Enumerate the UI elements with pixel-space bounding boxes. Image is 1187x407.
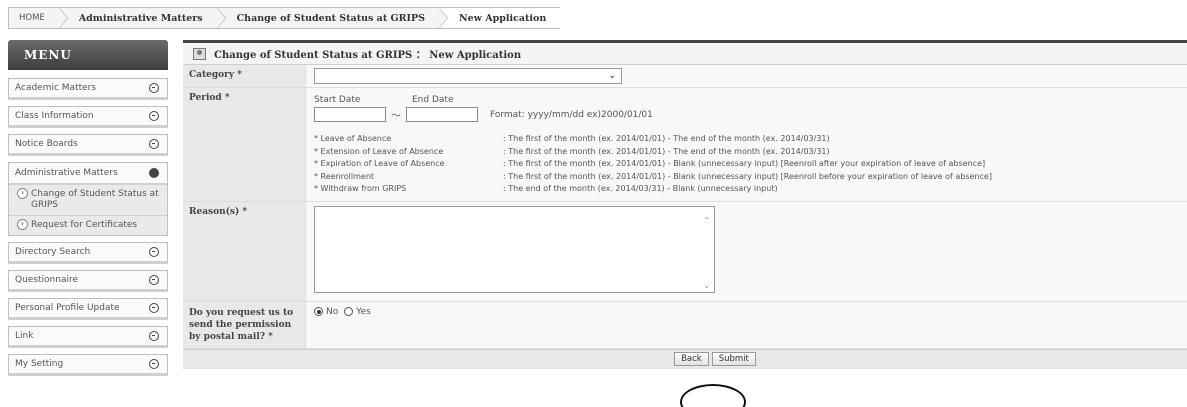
form-button-bar: Back Submit	[183, 348, 1187, 369]
date-labels: Start Date End Date	[314, 95, 1179, 105]
radio-unselected-icon[interactable]	[344, 307, 354, 316]
category-select[interactable]	[314, 68, 622, 84]
period-rule: * Leave of Absence : The first of the mon…	[314, 133, 1179, 146]
sidebar-item-notice-boards[interactable]: Notice Boards	[8, 134, 168, 156]
rule-value: : The end of the month (ex. 2014/03/31) …	[503, 184, 778, 193]
back-button[interactable]: Back	[674, 352, 709, 366]
sidebar-menu: MENU Academic Matters Class Information …	[8, 40, 168, 376]
period-rule: * Expiration of Leave of Absence : The fi…	[314, 158, 1179, 171]
sidebar-item-label: Directory Search	[15, 247, 91, 257]
postal-mail-option-yes[interactable]: Yes	[344, 307, 371, 317]
postal-mail-radio-group: No Yes	[314, 307, 1179, 317]
sidebar-item-label: Class Information	[15, 111, 94, 121]
breadcrumb-new-application: New Application	[438, 7, 561, 29]
sidebar-item-questionnaire[interactable]: Questionnaire	[8, 270, 168, 292]
reason-label: Reason(s) *	[183, 201, 306, 301]
start-date-input[interactable]	[314, 107, 386, 122]
reason-textarea[interactable]	[314, 205, 715, 293]
date-format-hint: Format: yyyy/mm/dd ex)2000/01/01	[490, 109, 653, 120]
period-rules: * Leave of Absence : The first of the mon…	[314, 133, 1179, 196]
rule-key: * Withdraw from GRIPS	[314, 184, 407, 193]
sidebar-item-directory-search[interactable]: Directory Search	[8, 242, 168, 264]
rule-key: * Expiration of Leave of Absence	[314, 159, 445, 168]
category-row: Category * ⌄	[183, 65, 1187, 88]
category-value-cell: ⌄	[306, 65, 1187, 87]
reason-textarea-wrapper: ⌃ ⌄	[314, 205, 715, 296]
sidebar-item-personal-profile-update[interactable]: Personal Profile Update	[8, 298, 168, 320]
scroll-up-icon[interactable]: ⌃	[703, 216, 710, 225]
end-date-input[interactable]	[406, 107, 478, 122]
postal-mail-label: Do you request us to send the permission…	[183, 301, 306, 348]
rule-value: : The first of the month (ex. 2014/01/01…	[503, 146, 830, 156]
menu-header: MENU	[8, 40, 168, 70]
circle-minus-icon[interactable]	[149, 303, 159, 313]
postal-mail-option-no[interactable]: No	[314, 307, 338, 317]
reason-row: Reason(s) * ⌃ ⌄	[183, 201, 1187, 302]
period-label: Period *	[183, 88, 306, 201]
rule-value: : The first of the month (ex. 2014/01/01…	[503, 171, 992, 181]
period-rule: * Withdraw from GRIPS : The end of the mo…	[314, 183, 1179, 196]
date-inputs: ～ Format: yyyy/mm/dd ex)2000/01/01	[314, 107, 1179, 122]
postal-mail-value-cell: No Yes	[306, 301, 1187, 348]
sidebar-item-label: Notice Boards	[15, 139, 78, 149]
period-rule: * Extension of Leave of Absence : The fir…	[314, 146, 1179, 159]
rule-key: * Extension of Leave of Absence	[314, 146, 444, 156]
circle-minus-icon[interactable]	[149, 168, 159, 178]
circle-minus-icon[interactable]	[149, 359, 159, 369]
sidebar-item-academic-matters[interactable]: Academic Matters	[8, 78, 168, 100]
sidebar-item-label: Personal Profile Update	[15, 303, 120, 313]
sidebar-item-label: Questionnaire	[15, 275, 79, 285]
postal-mail-row: Do you request us to send the permission…	[183, 301, 1187, 349]
date-range-separator: ～	[391, 111, 401, 122]
rule-key: * Leave of Absence	[314, 134, 392, 143]
circle-minus-icon[interactable]	[149, 331, 159, 341]
category-label: Category *	[183, 65, 306, 87]
end-date-label: End Date	[412, 95, 454, 105]
period-rule: * Reenrollment : The first of the month (…	[314, 171, 1179, 184]
rule-value: : The first of the month (ex. 2014/01/01…	[503, 134, 830, 143]
radio-selected-icon[interactable]	[314, 307, 323, 316]
sidebar-item-label: Link	[15, 331, 34, 341]
breadcrumb-home[interactable]: HOME	[8, 7, 68, 29]
breadcrumb-change-of-student-status[interactable]: Change of Student Status at GRIPS	[216, 7, 449, 29]
period-value-cell: Start Date End Date ～ Format: yyyy/mm/dd…	[306, 88, 1187, 201]
sidebar-item-my-setting[interactable]: My Setting	[8, 354, 168, 376]
sidebar-submenu: Change of Student Status at GRIPS Reques…	[8, 184, 168, 236]
sidebar-subitem-change-of-student-status[interactable]: Change of Student Status at GRIPS	[9, 184, 167, 215]
period-row: Period * Start Date End Date ～ Format: y…	[183, 88, 1187, 202]
start-date-label: Start Date	[314, 95, 361, 105]
circle-minus-icon[interactable]	[149, 275, 159, 285]
reason-value-cell: ⌃ ⌄	[306, 201, 1187, 301]
scroll-down-icon[interactable]: ⌄	[703, 281, 710, 290]
circle-minus-icon[interactable]	[149, 139, 159, 149]
sidebar-item-administrative-matters[interactable]: Administrative Matters	[8, 162, 168, 184]
circle-minus-icon[interactable]	[149, 247, 159, 257]
sidebar-item-label: My Setting	[15, 359, 64, 369]
submit-button[interactable]: Submit	[711, 352, 756, 366]
sidebar-item-label: Administrative Matters	[15, 168, 118, 178]
breadcrumb: HOME Administrative Matters Change of St…	[8, 7, 561, 29]
main-panel: Change of Student Status at GRIPS ： New …	[183, 40, 1187, 407]
sidebar-item-label: Academic Matters	[15, 83, 97, 93]
rule-key: * Reenrollment	[314, 171, 375, 181]
category-select-wrapper: ⌄	[314, 68, 622, 84]
panel-title-bar: Change of Student Status at GRIPS ： New …	[183, 43, 1187, 65]
radio-label-no: No	[326, 306, 339, 317]
page-title: Change of Student Status at GRIPS ： New …	[214, 50, 522, 61]
rule-value: : The first of the month (ex. 2014/01/01…	[503, 159, 986, 168]
circle-minus-icon[interactable]	[149, 83, 159, 93]
sidebar-subitem-request-for-certificates[interactable]: Request for Certificates	[9, 215, 167, 235]
radio-label-yes: Yes	[356, 306, 371, 317]
sidebar-item-link[interactable]: Link	[8, 326, 168, 348]
form-user-icon	[193, 47, 206, 60]
breadcrumb-administrative-matters[interactable]: Administrative Matters	[58, 7, 226, 29]
sidebar-item-class-information[interactable]: Class Information	[8, 106, 168, 128]
circle-minus-icon[interactable]	[149, 111, 159, 121]
